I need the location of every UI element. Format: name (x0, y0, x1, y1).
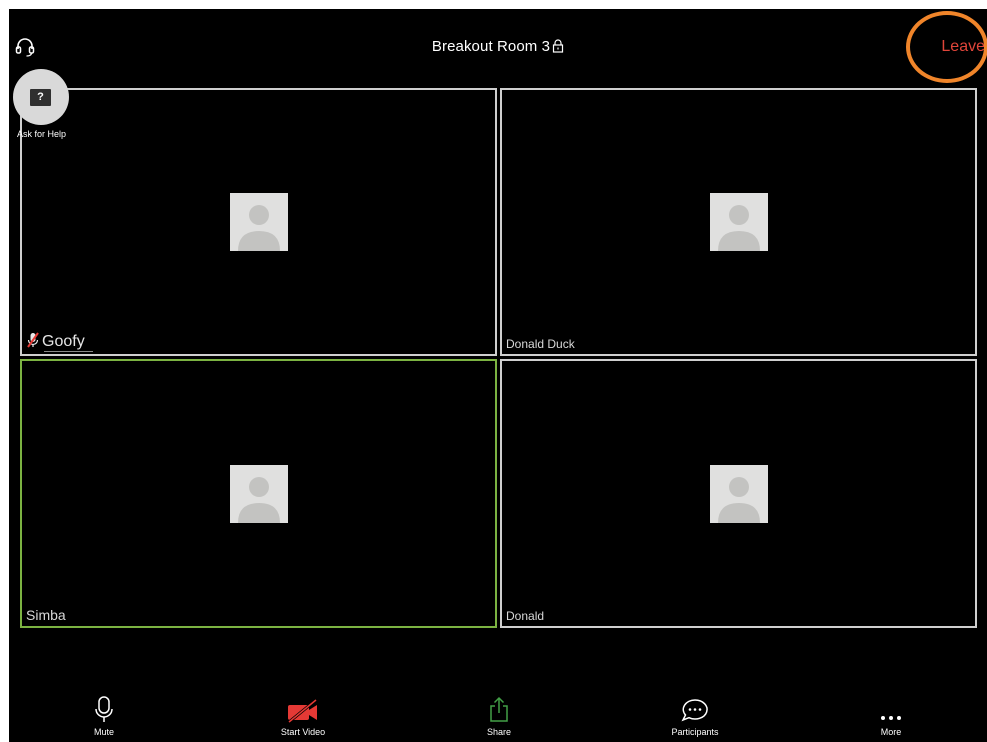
start-video-button[interactable]: Start Video (243, 695, 363, 737)
person-placeholder-icon (709, 464, 768, 523)
meeting-toolbar: Mute Start Video Share Participants More (9, 695, 987, 742)
video-tile-simba[interactable]: Simba (20, 359, 497, 628)
video-tile-donald[interactable]: Donald (500, 359, 977, 628)
ask-for-help-button[interactable]: ? (13, 69, 69, 125)
video-off-icon (288, 699, 317, 723)
meeting-window: Breakout Room 3 Leave Goofy Donald Duck … (9, 9, 987, 742)
room-title-text: Breakout Room 3 (431, 38, 551, 55)
person-placeholder-icon (229, 193, 288, 251)
more-button[interactable]: More (831, 695, 951, 737)
start-video-label: Start Video (280, 727, 326, 737)
ask-for-help-label: Ask for Help (17, 129, 67, 139)
help-screen-icon: ? (30, 89, 51, 106)
share-label: Share (486, 727, 512, 737)
participant-name-donald: Donald (504, 608, 549, 624)
participant-name-donald-duck: Donald Duck (504, 336, 579, 352)
video-tile-donald-duck[interactable]: Donald Duck (500, 88, 977, 356)
leave-button[interactable]: Leave (941, 38, 985, 56)
room-title: Breakout Room 3 (9, 38, 987, 55)
more-label: More (880, 727, 902, 737)
share-button[interactable]: Share (439, 695, 559, 737)
participant-name-text: Goofy (42, 333, 85, 350)
person-placeholder-icon (709, 193, 768, 251)
name-underline (44, 351, 93, 352)
mute-label: Mute (93, 727, 114, 737)
microphone-icon (95, 696, 113, 722)
muted-mic-icon (26, 332, 40, 348)
participant-name-simba: Simba (24, 606, 70, 624)
person-placeholder-icon (229, 464, 288, 523)
share-icon (490, 696, 508, 722)
top-bar: Breakout Room 3 Leave (9, 9, 987, 85)
video-tile-goofy[interactable]: Goofy (20, 88, 497, 356)
more-dots-icon (881, 716, 901, 720)
participants-label: Participants (671, 727, 719, 737)
mute-button[interactable]: Mute (44, 695, 164, 737)
lock-icon (552, 39, 564, 53)
participants-button[interactable]: Participants (635, 695, 755, 737)
chat-bubble-icon (681, 699, 708, 722)
participant-name-goofy: Goofy (24, 331, 93, 352)
